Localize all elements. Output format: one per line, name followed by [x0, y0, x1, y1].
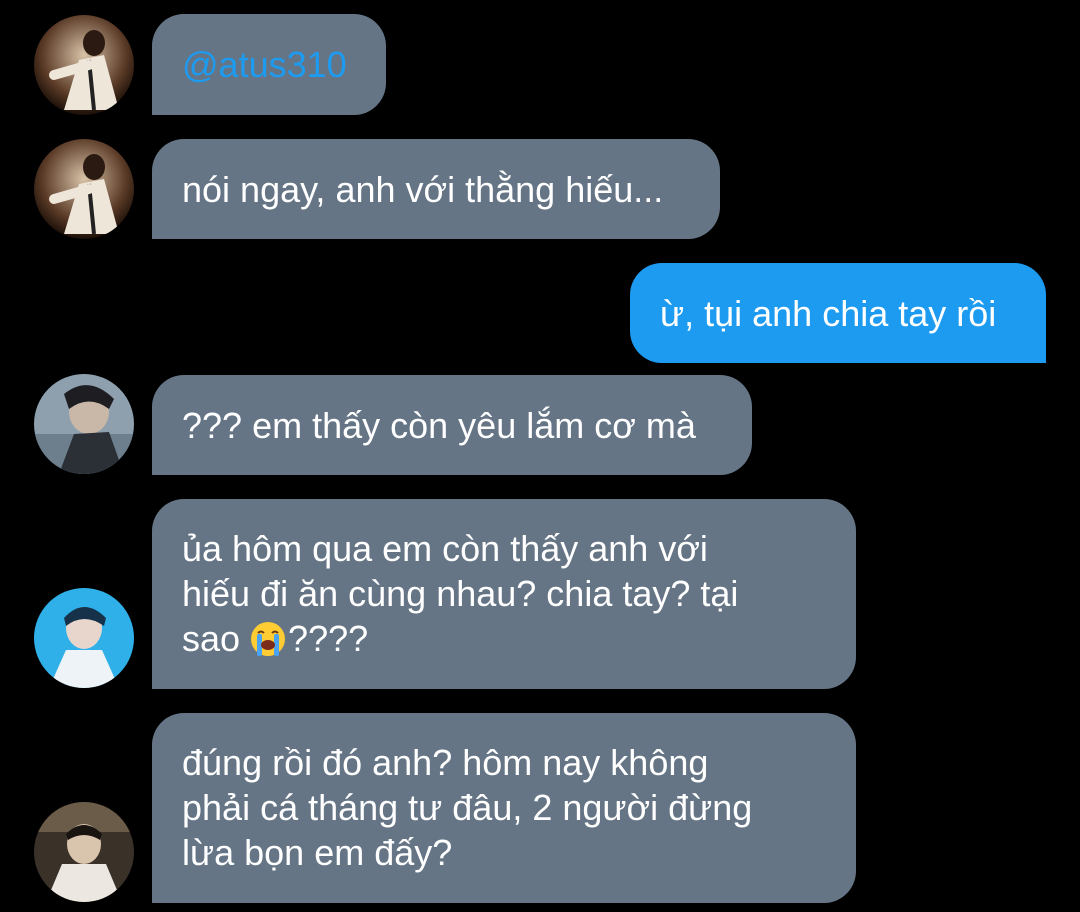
message-line: ủa hôm qua em còn thấy anh với [182, 528, 708, 569]
avatar-user-1[interactable] [34, 15, 134, 115]
message-bubble[interactable]: đúng rồi đó anh? hôm nay không phải cá t… [152, 713, 856, 903]
avatar-photo-user-4 [34, 802, 134, 902]
message-line: hiếu đi ăn cùng nhau? chia tay? tại [182, 573, 739, 614]
message-bubble-outgoing[interactable]: ừ, tụi anh chia tay rồi [630, 263, 1046, 363]
avatar-photo-user-2 [34, 374, 134, 474]
message-line: đúng rồi đó anh? hôm nay không [182, 742, 709, 783]
message-line-last: sao ???? [182, 616, 826, 661]
avatar-photo-user-3 [34, 588, 134, 688]
message-text: ừ, tụi anh chia tay rồi [660, 292, 997, 334]
message-text-prefix: sao [182, 618, 251, 659]
message-line: phải cá tháng tư đâu, 2 người đừng [182, 787, 753, 828]
message-text: ??? em thấy còn yêu lắm cơ mà [182, 404, 696, 446]
message-bubble[interactable]: ??? em thấy còn yêu lắm cơ mà [152, 375, 752, 475]
avatar-user-1[interactable] [34, 139, 134, 239]
message-line: lừa bọn em đấy? [182, 832, 453, 873]
avatar-user-2[interactable] [34, 374, 134, 474]
loudly-crying-face-icon [251, 622, 286, 656]
avatar-user-3[interactable] [34, 588, 134, 688]
message-text: nói ngay, anh với thằng hiếu... [182, 168, 664, 210]
avatar-user-4[interactable] [34, 802, 134, 902]
message-text-suffix: ???? [288, 618, 369, 659]
message-bubble[interactable]: ủa hôm qua em còn thấy anh với hiếu đi ă… [152, 499, 856, 689]
message-bubble[interactable]: nói ngay, anh với thằng hiếu... [152, 139, 720, 239]
message-bubble[interactable]: @atus310 [152, 14, 386, 115]
avatar-photo-user-1 [34, 139, 134, 239]
mention-link[interactable]: @atus310 [182, 42, 347, 87]
avatar-photo-user-1 [34, 15, 134, 115]
